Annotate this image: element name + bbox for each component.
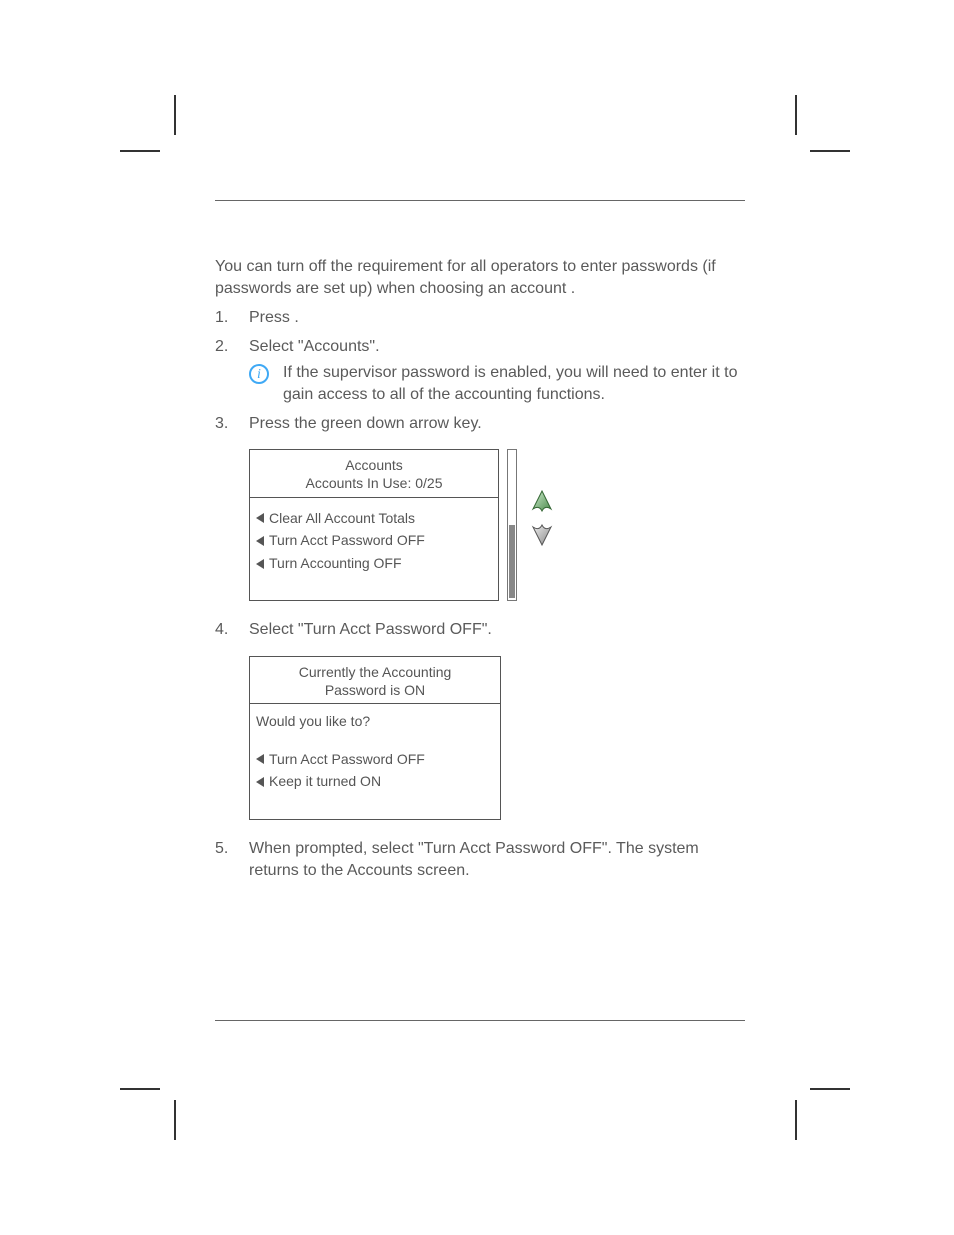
step-text: Select "Turn Acct Password OFF".	[249, 621, 492, 638]
triangle-left-icon	[256, 777, 264, 787]
menu-item[interactable]: Clear All Account Totals	[256, 509, 492, 529]
menu-item-label: Turn Acct Password OFF	[269, 531, 425, 551]
menu-item[interactable]: Turn Acct Password OFF	[256, 531, 492, 551]
screen-2: Currently the Accounting Password is ON …	[249, 656, 501, 820]
screen-2-title: Currently the Accounting	[256, 663, 494, 681]
triangle-left-icon	[256, 513, 264, 523]
step-2: Select "Accounts". i If the supervisor p…	[215, 336, 745, 407]
crop-mark	[795, 1100, 797, 1140]
triangle-left-icon	[256, 559, 264, 569]
page: You can turn off the requirement for all…	[0, 0, 954, 1235]
step-5: When prompted, select "Turn Acct Passwor…	[215, 838, 745, 883]
menu-item[interactable]: Turn Accounting OFF	[256, 554, 492, 574]
intro-text: You can turn off the requirement for all…	[215, 256, 745, 299]
content-area: You can turn off the requirement for all…	[215, 200, 745, 889]
step-3: Press the green down arrow key. Accounts…	[215, 413, 745, 602]
step-text: Select "Accounts".	[249, 338, 380, 355]
crop-mark	[120, 150, 160, 152]
step-text: Press the green down arrow key.	[249, 415, 482, 432]
screen-2-prompt: Would you like to?	[256, 712, 494, 732]
crop-mark	[120, 1088, 160, 1090]
step-text: .	[294, 309, 298, 326]
step-list: Press . Select "Accounts". i If the supe…	[215, 307, 745, 882]
scrollbar-thumb[interactable]	[509, 525, 515, 598]
top-rule	[215, 200, 745, 201]
scrollbar[interactable]	[507, 449, 517, 601]
screen-1-title: Accounts	[256, 456, 492, 474]
crop-mark	[810, 1088, 850, 1090]
screen-1-body: Clear All Account Totals Turn Acct Passw…	[250, 498, 498, 601]
step-4: Select "Turn Acct Password OFF". Current…	[215, 619, 745, 820]
menu-item[interactable]: Keep it turned ON	[256, 772, 494, 792]
menu-item-label: Turn Accounting OFF	[269, 554, 402, 574]
screen-1-subtitle: Accounts In Use: 0/25	[256, 474, 492, 492]
crop-mark	[795, 95, 797, 135]
crop-mark	[810, 150, 850, 152]
screen-2-header: Currently the Accounting Password is ON	[250, 657, 500, 704]
step-text: When prompted, select "Turn Acct Passwor…	[249, 840, 699, 879]
screen-2-body: Would you like to? Turn Acct Password OF…	[250, 704, 500, 819]
triangle-left-icon	[256, 754, 264, 764]
info-icon: i	[249, 364, 269, 384]
menu-item-label: Clear All Account Totals	[269, 509, 415, 529]
crop-mark	[174, 95, 176, 135]
note-text: If the supervisor password is enabled, y…	[283, 362, 745, 407]
screen-2-subtitle: Password is ON	[256, 681, 494, 699]
menu-item-label: Keep it turned ON	[269, 772, 381, 792]
bottom-rule	[215, 1020, 745, 1021]
crop-mark	[174, 1100, 176, 1140]
nav-arrows	[531, 489, 553, 547]
arrow-up-icon[interactable]	[531, 489, 553, 513]
screen-1-wrap: Accounts Accounts In Use: 0/25 Clear All…	[249, 449, 745, 601]
menu-item-label: Turn Acct Password OFF	[269, 750, 425, 770]
arrow-down-icon[interactable]	[531, 523, 553, 547]
note-block: i If the supervisor password is enabled,…	[249, 362, 745, 407]
step-1: Press .	[215, 307, 745, 329]
screen-1: Accounts Accounts In Use: 0/25 Clear All…	[249, 449, 499, 601]
triangle-left-icon	[256, 536, 264, 546]
step-text: Press	[249, 309, 294, 326]
menu-item[interactable]: Turn Acct Password OFF	[256, 750, 494, 770]
screen-1-header: Accounts Accounts In Use: 0/25	[250, 450, 498, 497]
